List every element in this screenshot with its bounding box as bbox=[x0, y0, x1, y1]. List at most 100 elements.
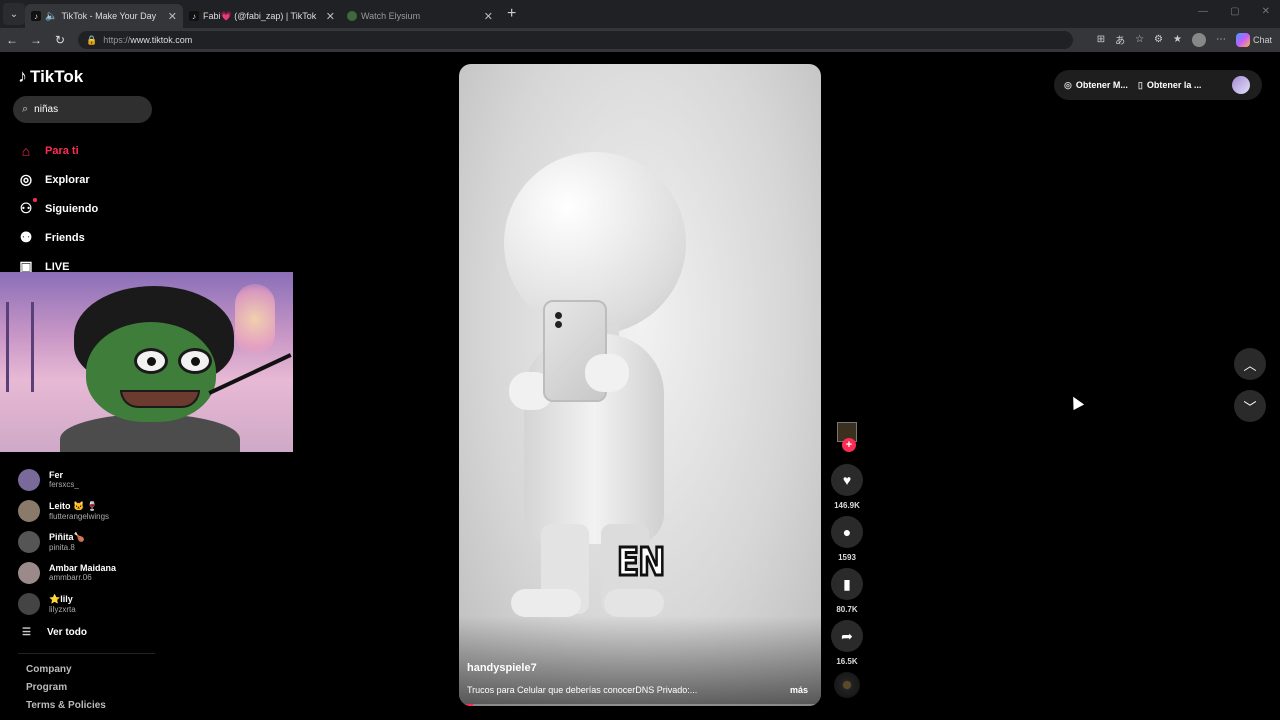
account-handle: lilyzxrta bbox=[49, 604, 76, 614]
url-field[interactable]: 🔒 https://www.tiktok.com bbox=[78, 31, 1073, 49]
avatar bbox=[18, 499, 40, 522]
video-progress[interactable] bbox=[459, 704, 821, 706]
tiktok-note-icon: ♪ bbox=[18, 66, 27, 86]
reload-icon[interactable]: ↻ bbox=[48, 33, 72, 47]
forward-icon[interactable]: → bbox=[24, 33, 48, 47]
previous-video-button[interactable]: ︿ bbox=[1234, 348, 1266, 380]
translate-icon[interactable]: あ bbox=[1115, 32, 1125, 47]
save-count: 80.7K bbox=[836, 605, 858, 614]
video-progress-fill bbox=[459, 704, 474, 706]
comment-count: 1593 bbox=[838, 553, 856, 562]
sidebar-item-siguiendo[interactable]: ⚇ Siguiendo bbox=[18, 194, 98, 223]
video-caption-overlay: EN bbox=[616, 539, 667, 586]
share-count: 16.5K bbox=[836, 657, 858, 666]
tab-title: TikTok - Make Your Day bbox=[61, 11, 157, 21]
more-button[interactable]: más bbox=[790, 685, 808, 695]
close-icon[interactable]: ✕ bbox=[168, 10, 177, 23]
get-app-button[interactable]: ▯ Obtener la ... bbox=[1138, 80, 1201, 91]
list-item[interactable]: Leito 🐱 🍷 flutterangelwings bbox=[18, 495, 116, 526]
sidebar-item-para-ti[interactable]: ⌂ Para ti bbox=[18, 136, 98, 165]
figure-foot-right bbox=[604, 589, 664, 617]
apps-icon[interactable]: ⊞ bbox=[1097, 34, 1105, 45]
new-tab-icon[interactable]: + bbox=[507, 5, 516, 23]
sidebar-item-label: Friends bbox=[45, 231, 85, 244]
user-avatar[interactable] bbox=[1232, 76, 1250, 94]
figure-foot-left bbox=[511, 589, 581, 617]
see-all-label: Ver todo bbox=[46, 626, 87, 638]
home-icon: ⌂ bbox=[21, 142, 31, 159]
list-item[interactable]: Fer fersxcs_ bbox=[18, 464, 116, 495]
tab-elysium[interactable]: Watch Elysium ✕ bbox=[341, 4, 499, 28]
comment-button[interactable]: ● bbox=[831, 516, 863, 548]
avatar-eye-right bbox=[178, 348, 212, 374]
get-coins-label: Obtener M... bbox=[1075, 80, 1128, 90]
avatar-mouth bbox=[120, 390, 200, 408]
more-icon[interactable]: ⋯ bbox=[1216, 34, 1226, 45]
search-box[interactable]: ⌕ bbox=[13, 96, 152, 123]
maximize-icon[interactable]: ▢ bbox=[1230, 6, 1239, 17]
like-button[interactable]: ♥ bbox=[831, 464, 863, 496]
footer-link-terms[interactable]: Terms & Policies bbox=[26, 700, 106, 718]
tab-title: Fabi💗 (@fabi_zap) | TikTok bbox=[203, 10, 317, 21]
sidebar-item-label: Siguiendo bbox=[45, 202, 99, 215]
lock-icon[interactable]: 🔒 bbox=[86, 35, 97, 46]
footer-link-program[interactable]: Program bbox=[26, 682, 106, 700]
music-disc-icon[interactable] bbox=[834, 672, 860, 698]
sidebar-item-explorar[interactable]: ◎ Explorar bbox=[18, 165, 98, 194]
tiktok-logo[interactable]: ♪ TikTok bbox=[18, 66, 83, 87]
window-controls: — ▢ ✕ bbox=[1198, 6, 1270, 17]
chevron-up-icon: ︿ bbox=[1243, 357, 1257, 373]
compass-icon: ◎ bbox=[19, 171, 33, 187]
footer-link-company[interactable]: Company bbox=[26, 664, 106, 682]
sidebar-nav: ⌂ Para ti ◎ Explorar ⚇ Siguiendo ⚉ Frien… bbox=[18, 136, 98, 281]
close-icon[interactable]: ✕ bbox=[326, 10, 335, 23]
share-button[interactable]: ➦ bbox=[831, 620, 863, 652]
favorite-star-icon[interactable]: ☆ bbox=[1135, 34, 1144, 45]
video-description: Trucos para Celular que deberías conocer… bbox=[467, 685, 698, 695]
account-handle: pinita.8 bbox=[49, 542, 75, 552]
favorites-icon[interactable]: ★ bbox=[1173, 34, 1182, 45]
follow-plus-icon[interactable]: + bbox=[842, 438, 856, 452]
mouse-cursor-icon bbox=[1067, 393, 1085, 411]
see-all-button[interactable]: ☰ Ver todo bbox=[18, 619, 116, 645]
speaker-icon[interactable]: 🔈 bbox=[45, 11, 57, 22]
creator-avatar[interactable]: + bbox=[837, 422, 857, 452]
list-item[interactable]: ⭐lily lilyzxrta bbox=[18, 588, 116, 619]
account-handle: ammbarr.06 bbox=[49, 573, 92, 582]
close-window-icon[interactable]: ✕ bbox=[1262, 6, 1270, 17]
phone-camera bbox=[555, 312, 562, 319]
friends-icon: ⚉ bbox=[19, 229, 33, 245]
search-input[interactable] bbox=[34, 104, 135, 115]
brand-name: TikTok bbox=[30, 66, 84, 86]
account-name: Fer bbox=[49, 470, 64, 480]
address-bar-row: ← → ↻ 🔒 https://www.tiktok.com ⊞ あ ☆ ⚙ ★… bbox=[0, 28, 1280, 52]
extensions-icon[interactable]: ⚙ bbox=[1154, 34, 1163, 45]
copilot-button[interactable]: Chat bbox=[1235, 32, 1272, 47]
top-actions: ◎ Obtener M... ▯ Obtener la ... bbox=[1054, 70, 1262, 100]
save-button[interactable]: ▮ bbox=[831, 568, 863, 600]
profile-avatar[interactable] bbox=[1191, 32, 1206, 47]
video-author[interactable]: handyspiele7 bbox=[467, 662, 537, 674]
avatar bbox=[18, 592, 40, 615]
tab-tiktok[interactable]: ♪ 🔈 TikTok - Make Your Day ✕ bbox=[25, 4, 183, 28]
sidebar-item-label: Para ti bbox=[45, 144, 79, 157]
sidebar-item-friends[interactable]: ⚉ Friends bbox=[18, 223, 98, 252]
tab-fabi[interactable]: ♪ Fabi💗 (@fabi_zap) | TikTok ✕ bbox=[183, 4, 341, 28]
get-app-label: Obtener la ... bbox=[1146, 80, 1202, 90]
list-item[interactable]: Ambar Maidana ammbarr.06 bbox=[18, 557, 116, 588]
back-icon[interactable]: ← bbox=[0, 33, 24, 47]
tab-list-button[interactable]: ⌄ bbox=[3, 3, 25, 25]
account-name: Piñita🍗 bbox=[49, 531, 85, 542]
like-count: 146.9K bbox=[834, 501, 860, 510]
coin-icon: ◎ bbox=[1064, 79, 1072, 90]
avatar bbox=[18, 530, 40, 553]
figure-hand-right bbox=[585, 354, 629, 392]
video-player[interactable]: EN handyspiele7 Trucos para Celular que … bbox=[459, 64, 821, 706]
account-handle: flutterangelwings bbox=[49, 511, 110, 521]
minimize-icon[interactable]: — bbox=[1198, 6, 1208, 17]
get-coins-button[interactable]: ◎ Obtener M... bbox=[1064, 80, 1128, 91]
list-item[interactable]: Piñita🍗 pinita.8 bbox=[18, 526, 116, 557]
avatar bbox=[18, 561, 40, 584]
close-icon[interactable]: ✕ bbox=[484, 10, 493, 23]
next-video-button[interactable]: ﹀ bbox=[1234, 390, 1266, 422]
